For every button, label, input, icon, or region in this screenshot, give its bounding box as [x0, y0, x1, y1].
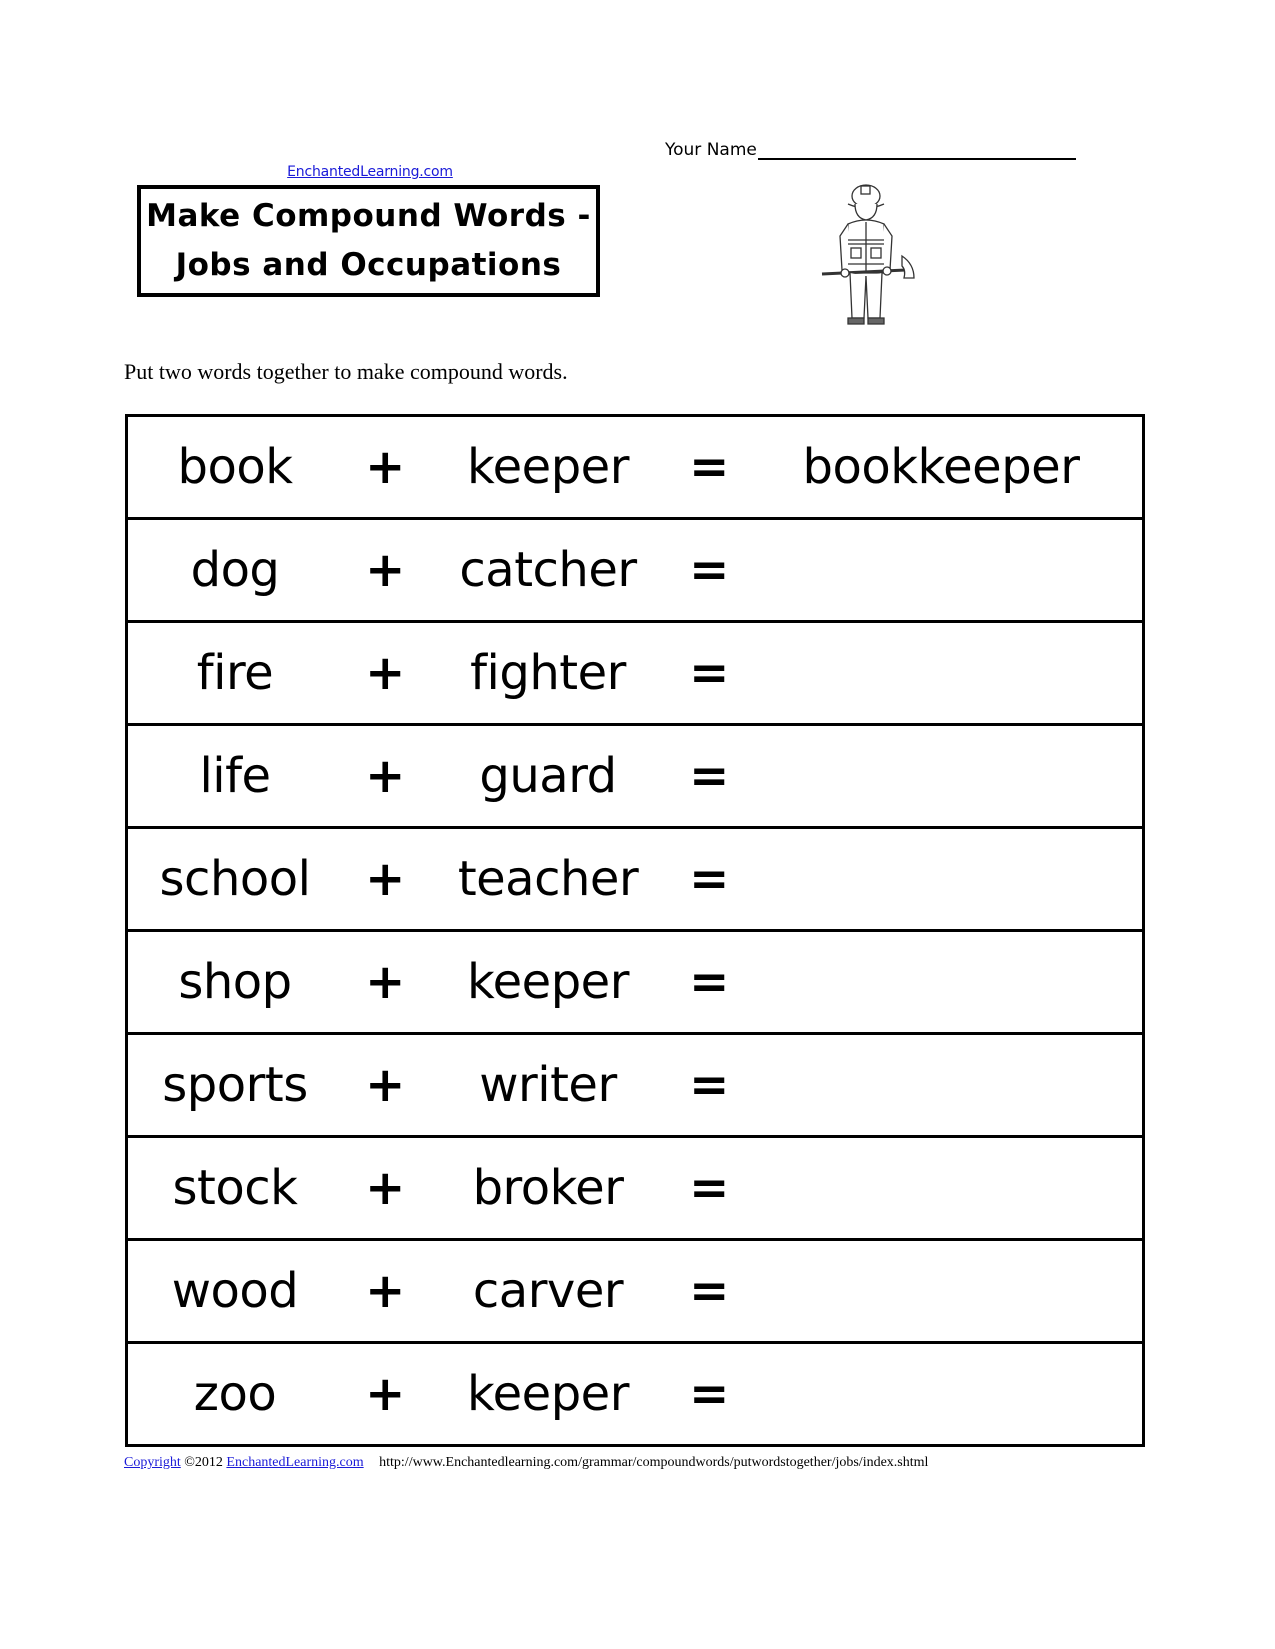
equals-sign: = — [689, 851, 729, 907]
plus-sign: + — [365, 1263, 405, 1319]
answer-field[interactable]: bookkeeper — [796, 417, 1086, 517]
second-word: keeper — [467, 1366, 629, 1422]
worksheet-title-line2: Jobs and Occupations — [175, 247, 562, 283]
equals-sign: = — [689, 645, 729, 701]
plus-sign: + — [365, 1160, 405, 1216]
footer-site-link[interactable]: EnchantedLearning.com — [226, 1455, 363, 1470]
worksheet-title-box: Make Compound Words - Jobs and Occupatio… — [137, 185, 600, 297]
answer-field[interactable] — [796, 520, 1086, 620]
plus-sign: + — [365, 439, 405, 495]
answer-field[interactable] — [796, 1138, 1086, 1238]
plus-sign: + — [365, 645, 405, 701]
copyright-year: ©2012 — [184, 1455, 223, 1470]
first-word: fire — [196, 645, 274, 701]
answer-field[interactable] — [796, 1241, 1086, 1341]
plus-sign: + — [365, 851, 405, 907]
first-word: wood — [171, 1263, 299, 1319]
second-word: teacher — [457, 851, 639, 907]
second-word: guard — [479, 748, 617, 804]
second-word: carver — [472, 1263, 624, 1319]
table-row: stock + broker = — [128, 1135, 1142, 1238]
equals-sign: = — [689, 542, 729, 598]
equals-sign: = — [689, 439, 729, 495]
worksheet-title-line1: Make Compound Words - — [146, 198, 591, 234]
table-row: wood + carver = — [128, 1238, 1142, 1341]
firefighter-icon — [821, 184, 915, 325]
second-word: catcher — [459, 542, 637, 598]
first-word: shop — [178, 954, 292, 1010]
equals-sign: = — [689, 1263, 729, 1319]
name-blank-line[interactable] — [757, 140, 1076, 160]
table-row: school + teacher = — [128, 826, 1142, 929]
plus-sign: + — [365, 748, 405, 804]
first-word: dog — [190, 542, 280, 598]
table-row: life + guard = — [128, 723, 1142, 826]
answer-field[interactable] — [796, 1344, 1086, 1444]
second-word: keeper — [467, 439, 629, 495]
plus-sign: + — [365, 954, 405, 1010]
equals-sign: = — [689, 954, 729, 1010]
compound-word-table: book + keeper = bookkeeper dog + catcher = fire + f… — [125, 414, 1145, 1447]
table-row: dog + catcher = — [128, 517, 1142, 620]
instructions-text: Put two words together to make compound … — [124, 359, 568, 384]
table-row: book + keeper = bookkeeper — [128, 417, 1142, 517]
first-word: zoo — [193, 1366, 277, 1422]
first-word: school — [159, 851, 311, 907]
table-row: sports + writer = — [128, 1032, 1142, 1135]
first-word: book — [177, 439, 294, 495]
answer-field[interactable] — [796, 623, 1086, 723]
equals-sign: = — [689, 1366, 729, 1422]
first-word: sports — [162, 1057, 308, 1113]
table-row: zoo + keeper = — [128, 1341, 1142, 1444]
copyright-link[interactable]: Copyright — [124, 1455, 181, 1470]
name-field: Your Name — [665, 140, 1076, 160]
plus-sign: + — [365, 1366, 405, 1422]
name-label: Your Name — [665, 140, 757, 160]
plus-sign: + — [365, 1057, 405, 1113]
answer-field[interactable] — [796, 932, 1086, 1032]
equals-sign: = — [689, 1160, 729, 1216]
answer-field[interactable] — [796, 1035, 1086, 1135]
footer: Copyright ©2012 EnchantedLearning.com ht… — [124, 1455, 928, 1471]
equals-sign: = — [689, 748, 729, 804]
equals-sign: = — [689, 1057, 729, 1113]
first-word: life — [199, 748, 271, 804]
table-row: shop + keeper = — [128, 929, 1142, 1032]
second-word: broker — [472, 1160, 624, 1216]
second-word: writer — [479, 1057, 617, 1113]
table-row: fire + fighter = — [128, 620, 1142, 723]
site-link[interactable]: EnchantedLearning.com — [284, 164, 456, 180]
second-word: keeper — [467, 954, 629, 1010]
answer-field[interactable] — [796, 726, 1086, 826]
page-url: http://www.Enchantedlearning.com/grammar… — [379, 1455, 929, 1470]
first-word: stock — [172, 1160, 298, 1216]
second-word: fighter — [470, 645, 626, 701]
answer-field[interactable] — [796, 829, 1086, 929]
plus-sign: + — [365, 542, 405, 598]
